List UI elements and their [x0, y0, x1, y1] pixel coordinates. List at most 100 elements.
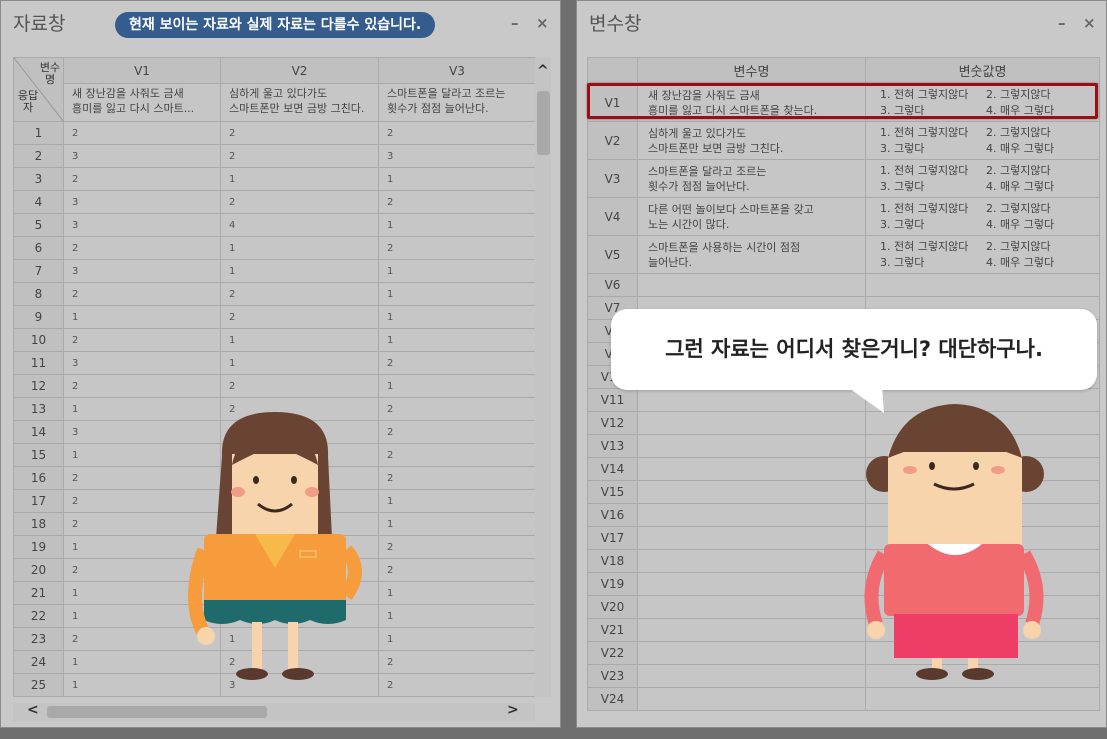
data-cell[interactable]: 2 — [220, 282, 379, 306]
variable-label[interactable]: 심하게 울고 있다가도 스마트폰만 보면 금방 그친다. — [637, 121, 866, 160]
data-cell[interactable]: 2 — [378, 443, 536, 467]
data-cell[interactable]: 3 — [63, 190, 221, 214]
data-cell[interactable]: 3 — [63, 351, 221, 375]
column-header-v3[interactable]: V3 — [378, 57, 536, 84]
data-cell[interactable]: 1 — [220, 351, 379, 375]
row-number: 22 — [13, 604, 64, 628]
data-cell[interactable]: 1 — [378, 259, 536, 283]
variable-label-empty[interactable] — [637, 480, 866, 504]
data-cell[interactable]: 1 — [220, 328, 379, 352]
variable-label-empty[interactable] — [637, 434, 866, 458]
data-cell[interactable]: 1 — [378, 581, 536, 605]
variable-label-empty[interactable] — [637, 273, 866, 297]
variable-label-empty[interactable] — [637, 526, 866, 550]
data-cell[interactable]: 2 — [378, 420, 536, 444]
variable-label-empty[interactable] — [637, 618, 866, 642]
variable-label-empty[interactable] — [637, 457, 866, 481]
variable-label[interactable]: 다른 어떤 놀이보다 스마트폰을 갖고 노는 시간이 많다. — [637, 197, 866, 236]
row-number: 23 — [13, 627, 64, 651]
data-cell[interactable]: 2 — [220, 305, 379, 329]
data-cell[interactable]: 2 — [63, 328, 221, 352]
data-cell[interactable]: 1 — [378, 328, 536, 352]
variable-window-minimize-button[interactable]: – — [1058, 14, 1066, 32]
data-cell[interactable]: 1 — [220, 167, 379, 191]
variable-label-empty[interactable] — [637, 572, 866, 596]
variable-value-labels[interactable]: 1. 전혀 그렇지않다 2. 그렇지않다 3. 그렇다 4. 매우 그렇다 — [865, 197, 1100, 236]
data-cell[interactable]: 2 — [220, 190, 379, 214]
data-cell[interactable]: 2 — [63, 167, 221, 191]
row-number: 7 — [13, 259, 64, 283]
data-cell[interactable]: 1 — [63, 305, 221, 329]
horizontal-scroll-thumb[interactable] — [47, 706, 267, 718]
data-window-close-button[interactable]: × — [536, 14, 549, 32]
scroll-left-arrow-icon[interactable]: < — [27, 702, 39, 718]
data-cell[interactable]: 2 — [378, 190, 536, 214]
vertical-scroll-thumb[interactable] — [537, 91, 550, 155]
data-cell[interactable]: 2 — [378, 650, 536, 674]
data-cell[interactable]: 1 — [378, 374, 536, 398]
data-cell[interactable]: 1 — [378, 282, 536, 306]
variable-row[interactable]: V5 스마트폰을 사용하는 시간이 점점 늘어난다. 1. 전혀 그렇지않다 2. 그렇… — [587, 235, 1100, 274]
variable-label-empty[interactable] — [637, 664, 866, 688]
variable-value-labels[interactable]: 1. 전혀 그렇지않다 2. 그렇지않다 3. 그렇다 4. 매우 그렇다 — [865, 235, 1100, 274]
variable-window-title: 변수창 — [589, 13, 642, 35]
variable-row[interactable]: V4 다른 어떤 놀이보다 스마트폰을 갖고 노는 시간이 많다. 1. 전혀 그렇지… — [587, 197, 1100, 236]
data-vertical-scrollbar[interactable]: ^ — [535, 57, 551, 697]
data-cell[interactable]: 2 — [378, 558, 536, 582]
data-cell[interactable]: 2 — [378, 236, 536, 260]
data-cell[interactable]: 2 — [378, 466, 536, 490]
data-cell[interactable]: 1 — [220, 236, 379, 260]
data-cell[interactable]: 2 — [378, 397, 536, 421]
variable-label-empty[interactable] — [637, 388, 866, 412]
column-header-v2[interactable]: V2 — [220, 57, 379, 84]
data-cell[interactable]: 1 — [378, 512, 536, 536]
scroll-right-arrow-icon[interactable]: > — [507, 702, 519, 718]
variable-value-labels[interactable]: 1. 전혀 그렇지않다 2. 그렇지않다 3. 그렇다 4. 매우 그렇다 — [865, 159, 1100, 198]
data-cell[interactable]: 1 — [220, 259, 379, 283]
data-cell[interactable]: 2 — [220, 121, 379, 145]
data-cell[interactable]: 2 — [378, 673, 536, 697]
data-cell[interactable]: 1 — [378, 213, 536, 237]
variable-label-empty[interactable] — [637, 595, 866, 619]
data-cell[interactable]: 3 — [63, 259, 221, 283]
data-cell[interactable]: 2 — [220, 374, 379, 398]
variable-row-empty[interactable]: V24 — [587, 687, 1100, 711]
data-cell[interactable]: 2 — [378, 121, 536, 145]
data-cell[interactable]: 2 — [220, 144, 379, 168]
data-cell[interactable]: 2 — [63, 236, 221, 260]
variable-label-empty[interactable] — [637, 687, 866, 711]
data-cell[interactable]: 2 — [63, 121, 221, 145]
data-cell[interactable]: 2 — [63, 282, 221, 306]
data-cell[interactable]: 3 — [63, 213, 221, 237]
variable-row-empty[interactable]: V6 — [587, 273, 1100, 297]
variable-label-empty[interactable] — [637, 503, 866, 527]
data-window-minimize-button[interactable]: – — [511, 14, 519, 32]
data-cell[interactable]: 1 — [378, 489, 536, 513]
value-label: 1. 전혀 그렇지않다 — [880, 125, 969, 139]
data-cell[interactable]: 2 — [378, 351, 536, 375]
variable-label-empty[interactable] — [637, 641, 866, 665]
data-cell[interactable]: 2 — [63, 374, 221, 398]
variable-label[interactable]: 스마트폰을 사용하는 시간이 점점 늘어난다. — [637, 235, 866, 274]
data-horizontal-scrollbar[interactable]: < > — [13, 702, 535, 721]
column-header-v1[interactable]: V1 — [63, 57, 221, 84]
variable-values-empty[interactable] — [865, 687, 1100, 711]
variable-label[interactable]: 스마트폰을 달라고 조르는 횟수가 점점 늘어난다. — [637, 159, 866, 198]
data-cell[interactable]: 1 — [378, 305, 536, 329]
scroll-up-arrow-icon[interactable]: ^ — [537, 63, 549, 79]
data-cell[interactable]: 1 — [378, 604, 536, 628]
data-cell[interactable]: 1 — [378, 627, 536, 651]
variable-label-empty[interactable] — [637, 549, 866, 573]
variable-values-empty[interactable] — [865, 273, 1100, 297]
variable-window-close-button[interactable]: × — [1083, 14, 1096, 32]
variable-label-empty[interactable] — [637, 411, 866, 435]
variable-value-labels[interactable]: 1. 전혀 그렇지않다 2. 그렇지않다 3. 그렇다 4. 매우 그렇다 — [865, 121, 1100, 160]
variable-row[interactable]: V3 스마트폰을 달라고 조르는 횟수가 점점 늘어난다. 1. 전혀 그렇지않다 2.… — [587, 159, 1100, 198]
variable-row[interactable]: V2 심하게 울고 있다가도 스마트폰만 보면 금방 그친다. 1. 전혀 그렇지않다… — [587, 121, 1100, 160]
data-cell[interactable]: 4 — [220, 213, 379, 237]
data-cell[interactable]: 1 — [378, 167, 536, 191]
data-cell[interactable]: 3 — [63, 144, 221, 168]
data-cell[interactable]: 2 — [378, 535, 536, 559]
variable-name: V5 — [587, 235, 638, 274]
data-cell[interactable]: 3 — [378, 144, 536, 168]
